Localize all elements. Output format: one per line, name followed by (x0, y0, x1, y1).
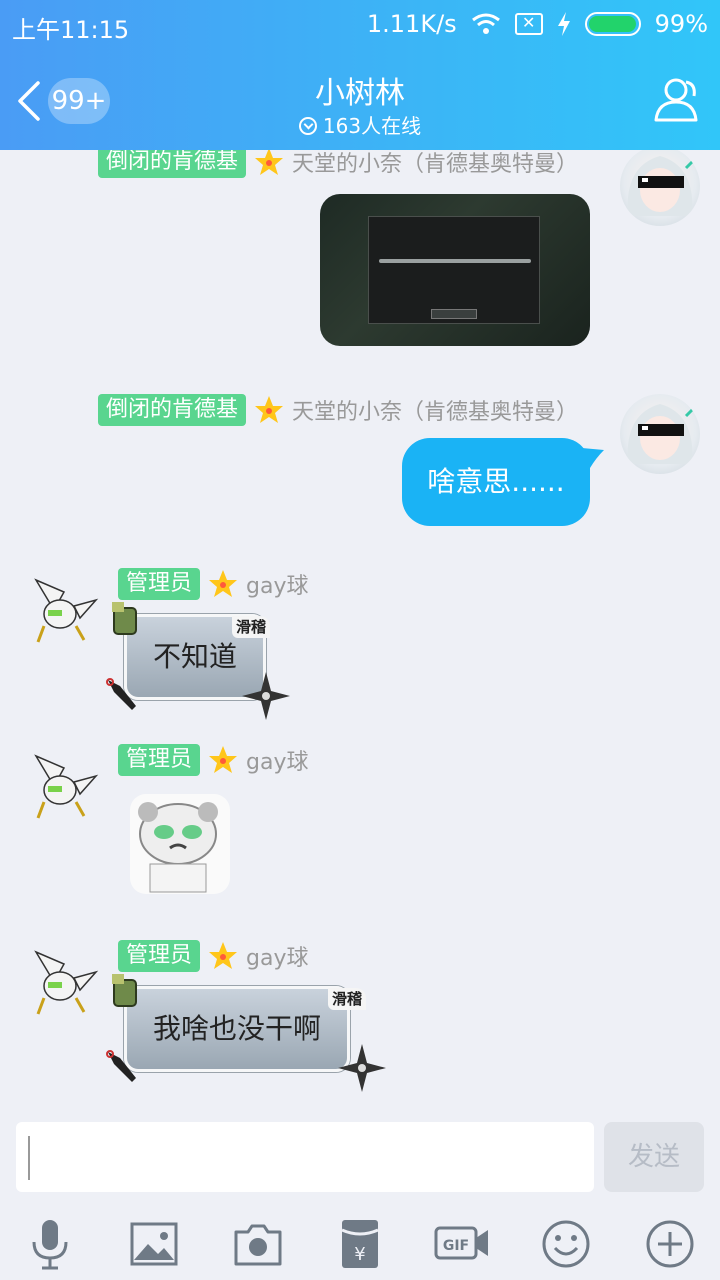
header: 上午11:15 1.11K/s ✕ 99% 99+ 小树林 163人在线 (0, 0, 720, 150)
send-button[interactable]: 发送 (604, 1122, 704, 1192)
member-title-tag: 倒闭的肯德基 (98, 394, 247, 426)
svg-text:¥: ¥ (354, 1244, 365, 1265)
mic-icon[interactable] (22, 1216, 78, 1272)
panda-meme-sticker-icon (138, 802, 218, 893)
sender-name[interactable]: gay球 (246, 940, 308, 972)
robot-avatar-icon[interactable] (24, 570, 100, 646)
plus-icon[interactable] (642, 1216, 698, 1272)
red-packet-icon[interactable]: ¥ (332, 1216, 388, 1272)
battery-percent: 99% (654, 10, 708, 38)
text-caret (28, 1136, 30, 1180)
bubble-tail (582, 448, 604, 468)
message-meta: 管理员 gay球 (118, 568, 308, 600)
bolt-icon (557, 12, 570, 36)
screenshot-dialog (368, 216, 540, 324)
avatar[interactable] (620, 150, 700, 226)
sticker-message[interactable] (130, 794, 230, 894)
member-title-tag: 倒闭的肯德基 (98, 150, 247, 178)
net-speed: 1.11K/s (366, 10, 457, 38)
text-bubble[interactable]: 啥意思...... (402, 438, 590, 526)
anime-girl-avatar-icon (627, 156, 696, 216)
robot-avatar-icon[interactable] (24, 942, 100, 1018)
star-icon (209, 942, 238, 969)
avatar[interactable] (620, 394, 700, 474)
scroll-icon (112, 974, 137, 1007)
page-title: 小树林 (315, 76, 405, 111)
sender-name[interactable]: 天堂的小奈（肯德基奥特曼） (292, 394, 578, 426)
camera-icon[interactable] (230, 1216, 286, 1272)
message-meta: 倒闭的肯德基 天堂的小奈（肯德基奥特曼） (98, 150, 578, 178)
sim-icon: ✕ (514, 13, 543, 35)
composer: 发送 ¥ GIF (0, 1112, 720, 1280)
bubble-style-label: 滑稽 (232, 616, 271, 638)
battery-fill (588, 16, 637, 32)
online-count-text: 163人在线 (322, 114, 422, 138)
star-icon (209, 570, 238, 597)
wifi-icon (471, 13, 500, 34)
message-meta: 管理员 gay球 (118, 744, 308, 776)
members-icon[interactable] (650, 76, 702, 122)
status-icons: 1.11K/s ✕ 99% (367, 10, 708, 38)
sender-name[interactable]: 天堂的小奈（肯德基奥特曼） (292, 150, 578, 178)
image-icon[interactable] (126, 1216, 182, 1272)
star-icon (255, 396, 284, 423)
message-meta: 倒闭的肯德基 天堂的小奈（肯德基奥特曼） (98, 394, 578, 426)
sender-name[interactable]: gay球 (246, 568, 308, 600)
scroll-icon (112, 602, 137, 635)
admin-tag: 管理员 (118, 568, 201, 600)
star-icon (209, 746, 238, 773)
image-message[interactable] (320, 194, 590, 346)
message-input[interactable] (16, 1122, 594, 1192)
status-time: 上午11:15 (12, 16, 130, 44)
star-icon (255, 150, 284, 175)
composer-toolbar: ¥ GIF (0, 1212, 720, 1276)
kunai-icon (106, 678, 136, 710)
online-count[interactable]: 163人在线 (0, 110, 720, 139)
chevron-down-icon (298, 117, 317, 135)
shuriken-icon (242, 672, 290, 720)
message-meta: 管理员 gay球 (118, 940, 308, 972)
anime-girl-avatar-icon (627, 404, 696, 464)
sender-name[interactable]: gay球 (246, 744, 308, 776)
admin-tag: 管理员 (118, 940, 201, 972)
shuriken-icon (338, 1044, 386, 1092)
bubble-style-label: 滑稽 (328, 988, 367, 1010)
emoji-icon[interactable] (538, 1216, 594, 1272)
admin-tag: 管理员 (118, 744, 201, 776)
robot-avatar-icon[interactable] (24, 746, 100, 822)
kunai-icon (106, 1050, 136, 1082)
chat-message-list[interactable]: 倒闭的肯德基 天堂的小奈（肯德基奥特曼） 倒闭的肯德基 天堂的小奈（肯德基奥特曼… (0, 150, 720, 1112)
text-bubble[interactable]: 我啥也没干啊 (124, 986, 351, 1072)
battery-indicator (584, 12, 641, 36)
svg-text:GIF: GIF (443, 1238, 469, 1254)
gif-icon[interactable]: GIF (434, 1216, 490, 1272)
